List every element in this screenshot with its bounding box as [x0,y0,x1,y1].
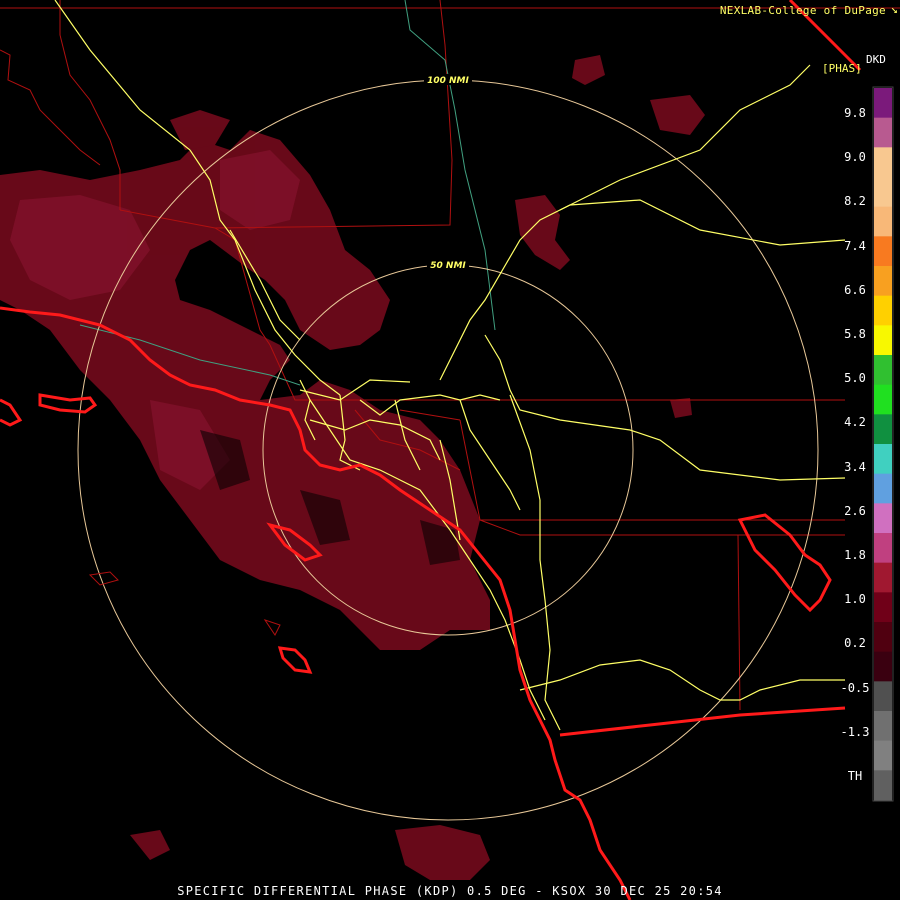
color-scale-label: 0.2 [844,636,866,651]
color-scale-label: TH [847,769,863,783]
color-scale-swatch [874,414,892,445]
color-scale-label: -0.5 [840,680,870,695]
color-scale-label: 9.0 [844,150,866,165]
color-scale-swatch [874,503,892,534]
color-scale-label: 6.6 [844,282,866,297]
color-scale-swatch [874,770,892,801]
color-scale-swatch [874,473,892,504]
color-scale-swatch [874,236,892,267]
color-scale-swatch [874,533,892,564]
color-scale-label: 9.8 [844,106,866,120]
color-scale-swatch [874,651,892,682]
color-scale-label: 8.2 [844,194,866,209]
color-scale-label: 1.0 [844,592,866,607]
units-label: [PHAS] [822,62,862,75]
color-scale-label: 5.0 [844,371,866,386]
color-scale-swatch [874,622,892,653]
color-scale-swatch [874,592,892,623]
color-scale-label: 7.4 [844,238,866,253]
ring-label-50: 50 NMI [430,261,466,271]
color-scale-label: 1.8 [844,548,866,562]
credit-text: NEXLAB-College of DuPage [719,4,886,17]
color-scale-swatch [874,562,892,593]
color-scale-swatch [874,325,892,356]
color-scale-label: 4.2 [844,415,866,430]
color-scale-swatch [874,295,892,326]
color-scale-label: 2.6 [844,503,866,518]
color-scale-swatch [874,711,892,742]
color-scale-swatch [874,444,892,475]
color-scale-swatch [874,384,892,415]
kdp-color-scale [872,86,894,802]
product-code: DKD [866,53,886,66]
color-scale-swatch [874,88,892,119]
color-scale-label: 3.4 [844,459,866,474]
radar-map: 100 NMI 50 NMI [0,0,900,900]
diagonal-arrow-icon: ↘ [890,2,898,16]
color-scale-swatch [874,177,892,208]
color-scale-swatch [874,206,892,237]
color-scale-swatch [874,355,892,386]
color-scale-swatch [874,147,892,178]
color-scale-label: -1.3 [840,724,870,739]
color-scale-swatch [874,266,892,297]
ring-label-100: 100 NMI [427,76,469,86]
product-title: SPECIFIC DIFFERENTIAL PHASE (KDP) 0.5 DE… [177,884,723,898]
color-scale-swatch [874,117,892,148]
color-scale-label: 5.8 [844,327,866,341]
color-scale-swatch [874,681,892,712]
color-scale-swatch [874,740,892,771]
